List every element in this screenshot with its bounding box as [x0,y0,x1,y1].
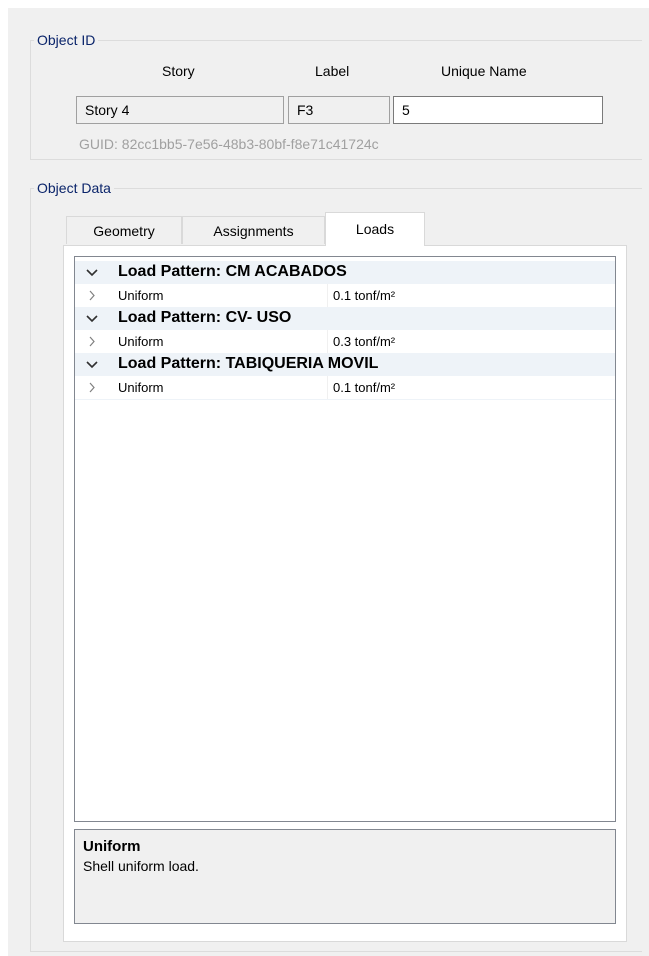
property-row[interactable]: Uniform 0.1 tonf/m² [75,284,615,308]
unique-name-header: Unique Name [441,63,527,79]
grid-divider [327,330,328,353]
grid-divider [327,376,328,399]
label-field[interactable]: F3 [288,96,390,124]
property-grid: Load Pattern: CM ACABADOS Uniform 0.1 to… [74,256,616,822]
category-title: Load Pattern: CM ACABADOS [118,263,347,280]
category-title: Load Pattern: TABIQUERIA MOVIL [118,355,379,372]
property-value[interactable]: 0.3 tonf/m² [333,334,395,349]
story-header: Story [162,63,195,79]
grid-divider [327,284,328,307]
description-text: Shell uniform load. [83,858,199,874]
category-row[interactable]: Load Pattern: CM ACABADOS [75,261,615,284]
label-header: Label [315,63,350,79]
chevron-right-icon[interactable] [85,330,99,353]
description-title: Uniform [83,838,141,855]
property-name: Uniform [118,334,164,349]
chevron-down-icon[interactable] [85,261,99,284]
property-row[interactable]: Uniform 0.3 tonf/m² [75,330,615,354]
tab-geometry[interactable]: Geometry [66,216,182,244]
tab-assignments[interactable]: Assignments [182,216,325,244]
category-title: Load Pattern: CV- USO [118,309,292,326]
guid-text: GUID: 82cc1bb5-7e56-48b3-80bf-f8e71c4172… [79,136,379,152]
story-field[interactable]: Story 4 [76,96,284,124]
property-value[interactable]: 0.1 tonf/m² [333,288,395,303]
chevron-right-icon[interactable] [85,376,99,399]
chevron-right-icon[interactable] [85,284,99,307]
unique-name-field[interactable]: 5 [393,96,603,124]
property-row[interactable]: Uniform 0.1 tonf/m² [75,376,615,400]
tab-loads[interactable]: Loads [325,212,425,246]
object-data-legend: Object Data [37,180,111,196]
object-id-legend: Object ID [37,32,96,48]
chevron-down-icon[interactable] [85,307,99,330]
chevron-down-icon[interactable] [85,353,99,376]
description-pane: Uniform Shell uniform load. [74,829,616,924]
category-row[interactable]: Load Pattern: CV- USO [75,307,615,330]
property-name: Uniform [118,380,164,395]
property-value[interactable]: 0.1 tonf/m² [333,380,395,395]
property-name: Uniform [118,288,164,303]
category-row[interactable]: Load Pattern: TABIQUERIA MOVIL [75,353,615,376]
